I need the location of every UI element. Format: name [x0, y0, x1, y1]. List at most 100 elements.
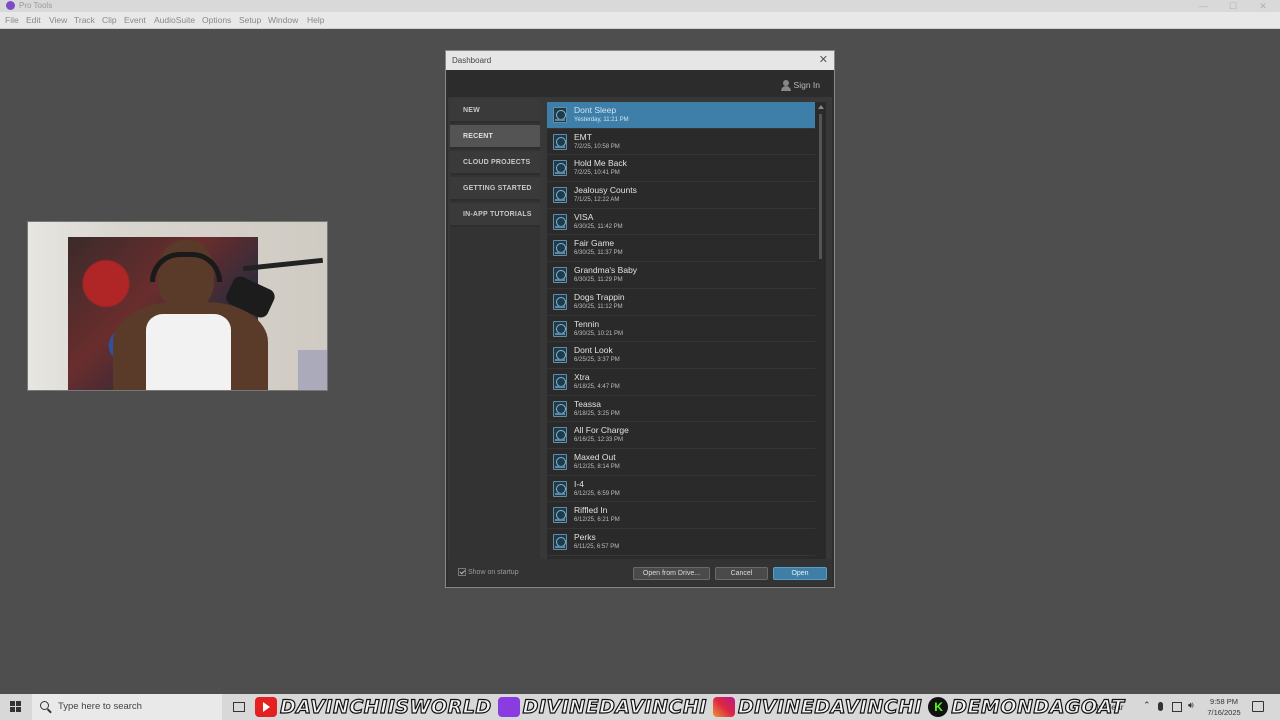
session-date: 7/2/25, 10:41 PM: [574, 170, 620, 177]
session-name: VISA: [574, 211, 594, 222]
volume-icon[interactable]: 🔊︎: [1188, 700, 1198, 710]
session-row[interactable]: Riffled In 6/12/25, 6:21 PM: [547, 502, 815, 529]
session-file-icon: [553, 347, 567, 364]
scroll-thumb[interactable]: [819, 114, 822, 259]
session-name: All For Charge: [574, 425, 629, 436]
session-date: 6/12/25, 6:21 PM: [574, 517, 620, 524]
session-date: 6/25/25, 3:37 PM: [574, 357, 620, 364]
session-name: Tennin: [574, 318, 600, 329]
dialog-body: Sign In NEW RECENT CLOUD PROJECTS GETTIN…: [448, 72, 832, 586]
menu-options[interactable]: Options: [202, 12, 231, 29]
session-row[interactable]: VISA 6/30/25, 11:42 PM: [547, 209, 815, 236]
session-date: 6/30/25, 11:42 PM: [574, 223, 623, 230]
instagram-icon: [712, 697, 735, 717]
open-button[interactable]: Open: [773, 567, 827, 580]
session-date: 6/18/25, 3:25 PM: [574, 410, 620, 417]
menu-clip[interactable]: Clip: [102, 12, 117, 29]
menu-window[interactable]: Window: [268, 12, 298, 29]
microphone-icon[interactable]: [1158, 702, 1163, 711]
sign-in-button[interactable]: Sign In: [780, 78, 820, 92]
session-name: Riffled In: [574, 505, 608, 516]
session-row[interactable]: Tennin 6/30/25, 10:21 PM: [547, 316, 815, 343]
kick-handle: DEMONDAGOAT: [951, 695, 1125, 718]
dialog-top-band: Sign In: [448, 72, 832, 97]
kick-icon: [928, 697, 949, 717]
session-file-icon: [553, 480, 567, 497]
taskbar-clock[interactable]: 9:58 PM 7/16/2025: [1202, 696, 1246, 718]
chevron-up-icon[interactable]: ⌃: [1143, 700, 1153, 710]
session-row[interactable]: Dont Sleep Yesterday, 11:21 PM: [547, 102, 815, 129]
maximize-button[interactable]: ☐: [1216, 0, 1250, 12]
sign-in-label: Sign In: [793, 80, 820, 90]
menu-view[interactable]: View: [49, 12, 67, 29]
checkbox-checked-icon[interactable]: [458, 568, 466, 577]
session-row[interactable]: All For Charge 6/16/25, 12:33 PM: [547, 422, 815, 449]
task-view-icon[interactable]: [233, 702, 245, 712]
window-title: Pro Tools: [19, 1, 53, 10]
nav-new[interactable]: NEW: [450, 99, 540, 123]
dialog-close-icon[interactable]: ✕: [819, 51, 828, 70]
show-on-startup-checkbox[interactable]: Show on startup: [458, 567, 519, 578]
session-row[interactable]: Jealousy Counts 7/1/25, 12:22 AM: [547, 182, 815, 209]
dialog-title-bar: Dashboard ✕: [446, 51, 834, 70]
session-name: Grandma's Baby: [574, 265, 638, 276]
session-file-icon: [553, 453, 567, 470]
youtube-handle: DAVINCHIISWORLD: [279, 695, 492, 718]
dashboard-sidebar: NEW RECENT CLOUD PROJECTS GETTING STARTE…: [450, 99, 540, 579]
search-placeholder: Type here to search: [58, 701, 142, 712]
menu-edit[interactable]: Edit: [26, 12, 41, 29]
session-file-icon: [553, 400, 567, 417]
session-row[interactable]: Teassa 6/18/25, 3:25 PM: [547, 396, 815, 423]
session-row[interactable]: Dont Look 6/25/25, 3:37 PM: [547, 342, 815, 369]
pro-tools-logo-icon: [6, 1, 15, 10]
list-scrollbar[interactable]: [815, 102, 826, 574]
open-from-drive-button[interactable]: Open from Drive...: [633, 567, 710, 580]
session-list: Dont Sleep Yesterday, 11:21 PM EMT 7/2/25, …: [547, 102, 815, 556]
session-date: 6/12/25, 8:14 PM: [574, 463, 620, 470]
windows-start-icon[interactable]: [10, 701, 22, 713]
menu-event[interactable]: Event: [124, 12, 146, 29]
streamer-shirt: [146, 314, 231, 390]
nav-getting-started[interactable]: GETTING STARTED: [450, 177, 540, 201]
session-name: Perks: [574, 532, 596, 542]
session-name: Maxed Out: [574, 451, 616, 462]
session-file-icon: [553, 427, 567, 444]
nav-in-app-tutorials[interactable]: IN-APP TUTORIALS: [450, 203, 540, 227]
session-name: Dont Look: [574, 345, 613, 356]
session-row[interactable]: Fair Game 6/30/25, 11:37 PM: [547, 235, 815, 263]
session-file-icon: [553, 187, 567, 204]
webcam-pc-case: [298, 350, 327, 390]
menu-audiosuite[interactable]: AudioSuite: [154, 12, 195, 29]
session-name: Hold Me Back: [574, 158, 627, 169]
session-name: Dont Sleep: [574, 105, 617, 115]
session-date: 7/1/25, 12:22 AM: [574, 197, 620, 204]
session-file-icon: [553, 107, 567, 123]
session-row[interactable]: Dogs Trappin 6/30/25, 11:12 PM: [547, 289, 815, 316]
notification-icon[interactable]: [1252, 701, 1264, 712]
nav-cloud-projects[interactable]: CLOUD PROJECTS: [450, 151, 540, 175]
session-row[interactable]: Hold Me Back 7/2/25, 10:41 PM: [547, 155, 815, 183]
recent-sessions-list: Dont Sleep Yesterday, 11:21 PM EMT 7/2/25, …: [547, 102, 826, 574]
scroll-up-icon[interactable]: [818, 105, 824, 109]
stream-overlay-bar: DAVINCHIISWORLD DIVINEDAVINCHI DIVINEDAV…: [255, 694, 1131, 720]
session-row[interactable]: Xtra 6/18/25, 4:47 PM: [547, 369, 815, 396]
menu-setup[interactable]: Setup: [239, 12, 261, 29]
session-name: I-4: [574, 478, 584, 489]
session-row[interactable]: Perks 6/11/25, 6:57 PM: [547, 529, 815, 556]
session-file-icon: [553, 507, 567, 524]
session-row[interactable]: Maxed Out 6/12/25, 8:14 PM: [547, 449, 815, 476]
minimize-button[interactable]: —: [1186, 0, 1220, 12]
session-row[interactable]: Grandma's Baby 6/30/25, 11:29 PM: [547, 262, 815, 289]
cancel-button[interactable]: Cancel: [715, 567, 768, 580]
menu-help[interactable]: Help: [307, 12, 324, 29]
nav-recent[interactable]: RECENT: [450, 125, 540, 149]
menu-track[interactable]: Track: [74, 12, 95, 29]
session-file-icon: [553, 213, 567, 230]
session-row[interactable]: I-4 6/12/25, 6:59 PM: [547, 476, 815, 503]
menu-file[interactable]: File: [5, 12, 19, 29]
session-name: Teassa: [574, 398, 601, 409]
network-icon[interactable]: [1172, 702, 1182, 712]
taskbar-search[interactable]: Type here to search: [32, 694, 222, 720]
session-row[interactable]: EMT 7/2/25, 10:58 PM: [547, 129, 815, 156]
close-window-button[interactable]: ✕: [1246, 0, 1280, 12]
